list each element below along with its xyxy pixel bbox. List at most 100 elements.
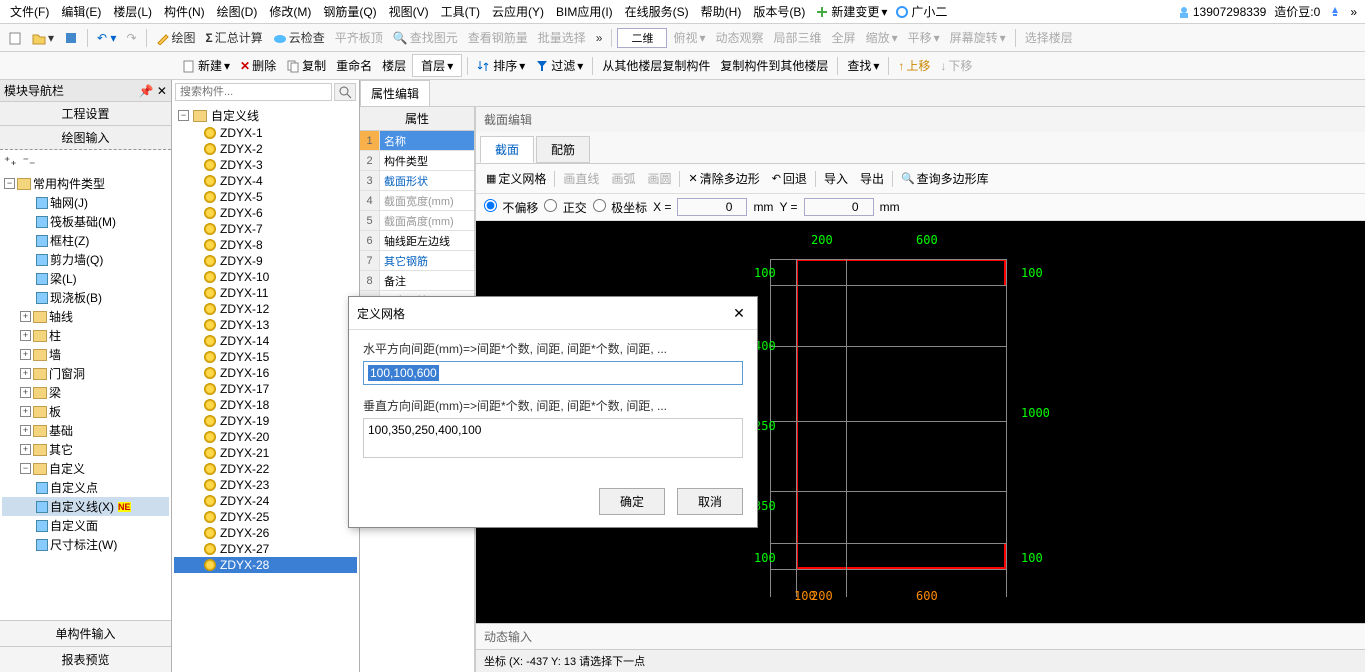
component-item[interactable]: ZDYX-15 [174, 349, 357, 365]
flatten-button[interactable]: 平齐板顶 [331, 27, 387, 48]
component-item[interactable]: ZDYX-11 [174, 285, 357, 301]
menu-draw[interactable]: 绘图(D) [211, 1, 264, 22]
prop-row[interactable]: 3截面形状 [360, 171, 474, 191]
radio-ortho[interactable]: 正交 [544, 199, 586, 216]
tree-group[interactable]: +梁 [2, 383, 169, 402]
tree-item[interactable]: 筏板基础(M) [2, 212, 169, 231]
component-item[interactable]: ZDYX-16 [174, 365, 357, 381]
footer-single-input[interactable]: 单构件输入 [0, 620, 171, 646]
component-root[interactable]: −自定义线 [174, 106, 357, 125]
ok-button[interactable]: 确定 [599, 488, 665, 515]
screenrot-button[interactable]: 屏幕旋转 ▾ [946, 27, 1010, 48]
tree-item[interactable]: 梁(L) [2, 269, 169, 288]
redo-icon[interactable]: ↷ [122, 29, 140, 47]
local3d-button[interactable]: 局部三维 [770, 27, 826, 48]
v-spacing-input[interactable]: 100,350,250,400,100 [363, 418, 743, 458]
fullscreen-button[interactable]: 全屏 [828, 27, 860, 48]
component-item[interactable]: ZDYX-27 [174, 541, 357, 557]
line-button[interactable]: 画直线 [559, 168, 603, 189]
rename-button[interactable]: 重命名 [332, 55, 376, 76]
menu-floor[interactable]: 楼层(L) [107, 1, 158, 22]
expand-all-icon[interactable]: ⁺₊ [4, 154, 17, 168]
draw-button[interactable]: 绘图 [152, 27, 200, 48]
component-item[interactable]: ZDYX-7 [174, 221, 357, 237]
tree-group[interactable]: +轴线 [2, 307, 169, 326]
open-icon[interactable]: ▾ [28, 29, 58, 47]
new-button[interactable]: 新建 ▾ [178, 55, 234, 76]
undo-icon[interactable]: ↶ ▾ [93, 29, 120, 47]
component-item[interactable]: ZDYX-24 [174, 493, 357, 509]
user-phone[interactable]: 13907298339 [1173, 3, 1270, 21]
tab-project-settings[interactable]: 工程设置 [0, 102, 171, 126]
h-spacing-input[interactable]: 100,100,600 [363, 361, 743, 385]
component-item[interactable]: ZDYX-1 [174, 125, 357, 141]
component-item[interactable]: ZDYX-18 [174, 397, 357, 413]
copyfrom-button[interactable]: 从其他楼层复制构件 [598, 55, 714, 76]
search-input[interactable] [175, 83, 332, 101]
search-button[interactable] [334, 83, 356, 101]
clearpoly-button[interactable]: ✕ 清除多边形 [684, 168, 763, 189]
copyto-button[interactable]: 复制构件到其他楼层 [716, 55, 832, 76]
component-item[interactable]: ZDYX-19 [174, 413, 357, 429]
agent-button[interactable]: 广小二 [891, 1, 951, 22]
tree-group[interactable]: +门窗洞 [2, 364, 169, 383]
floor-dropdown[interactable]: 首层 ▾ [412, 54, 462, 77]
defgrid-button[interactable]: ▦ 定义网格 [482, 168, 550, 189]
tree-root[interactable]: −常用构件类型 [2, 174, 169, 193]
menu-rebar[interactable]: 钢筋量(Q) [317, 1, 382, 22]
prop-row[interactable]: 6轴线距左边线 [360, 231, 474, 251]
filter-button[interactable]: 过滤 ▾ [531, 55, 587, 76]
component-item[interactable]: ZDYX-13 [174, 317, 357, 333]
collapse-all-icon[interactable]: ⁻₋ [23, 154, 36, 168]
import-button[interactable]: 导入 [820, 168, 852, 189]
cloudcheck-button[interactable]: 云检查 [269, 27, 329, 48]
y-input[interactable]: 0 [804, 198, 874, 216]
undo-button[interactable]: ↶ 回退 [768, 168, 811, 189]
dialog-close-button[interactable]: ✕ [729, 303, 749, 323]
prop-row[interactable]: 7其它钢筋 [360, 251, 474, 271]
component-item[interactable]: ZDYX-22 [174, 461, 357, 477]
zoom-button[interactable]: 缩放 ▾ [862, 27, 902, 48]
footer-report-preview[interactable]: 报表预览 [0, 646, 171, 672]
tree-item[interactable]: 框柱(Z) [2, 231, 169, 250]
component-item[interactable]: ZDYX-17 [174, 381, 357, 397]
delete-button[interactable]: ✕ 删除 [236, 55, 280, 76]
find-button[interactable]: 查找 ▾ [843, 55, 883, 76]
menu-online[interactable]: 在线服务(S) [619, 1, 695, 22]
querylib-button[interactable]: 🔍 查询多边形库 [897, 168, 993, 189]
cancel-button[interactable]: 取消 [677, 488, 743, 515]
findgraph-button[interactable]: 🔍 查找图元 [389, 27, 462, 48]
menu-file[interactable]: 文件(F) [4, 1, 55, 22]
tab-property-edit[interactable]: 属性编辑 [360, 80, 430, 106]
dynview-button[interactable]: 动态观察 [712, 27, 768, 48]
component-item[interactable]: ZDYX-10 [174, 269, 357, 285]
circle-button[interactable]: 画圆 [643, 168, 675, 189]
tree-group[interactable]: +墙 [2, 345, 169, 364]
prop-row[interactable]: 4截面宽度(mm) [360, 191, 474, 211]
tree-item[interactable]: 剪力墙(Q) [2, 250, 169, 269]
tree-group[interactable]: +板 [2, 402, 169, 421]
sort-button[interactable]: 排序 ▾ [473, 55, 529, 76]
pan-button[interactable]: 平移 ▾ [904, 27, 944, 48]
menu-component[interactable]: 构件(N) [158, 1, 211, 22]
component-item[interactable]: ZDYX-2 [174, 141, 357, 157]
dynamic-input-bar[interactable]: 动态输入 [476, 623, 1365, 649]
component-item[interactable]: ZDYX-21 [174, 445, 357, 461]
arc-button[interactable]: 画弧 [607, 168, 639, 189]
menu-cloud[interactable]: 云应用(Y) [486, 1, 550, 22]
tree-item[interactable]: 现浇板(B) [2, 288, 169, 307]
tab-draw-input[interactable]: 绘图输入 [0, 126, 171, 150]
x-input[interactable]: 0 [677, 198, 747, 216]
tree-group[interactable]: −自定义 [2, 459, 169, 478]
component-item[interactable]: ZDYX-4 [174, 173, 357, 189]
pin-icon[interactable]: 📌 ✕ [139, 84, 167, 98]
tree-item[interactable]: 自定义点 [2, 478, 169, 497]
component-item[interactable]: ZDYX-9 [174, 253, 357, 269]
tree-item[interactable]: 自定义面 [2, 516, 169, 535]
selfloor-button[interactable]: 选择楼层 [1021, 27, 1077, 48]
sumcalc-button[interactable]: Σ 汇总计算 [202, 27, 267, 48]
new-file-icon[interactable] [4, 29, 26, 47]
component-item[interactable]: ZDYX-12 [174, 301, 357, 317]
tree-item[interactable]: 尺寸标注(W) [2, 535, 169, 554]
more-icon[interactable]: » [592, 29, 607, 47]
